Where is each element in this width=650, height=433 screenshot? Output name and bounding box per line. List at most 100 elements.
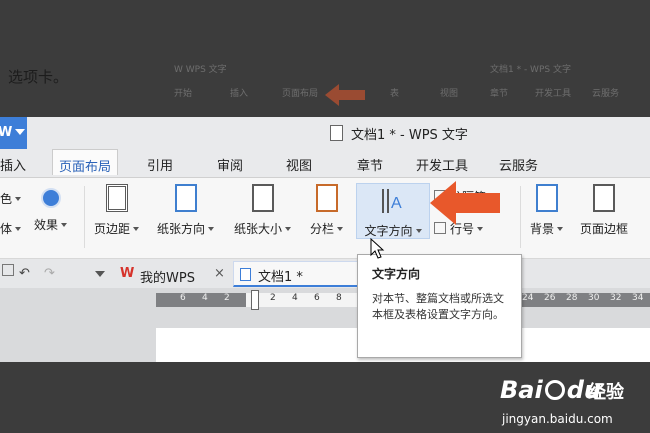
background-caption: 选项卡。 xyxy=(8,68,69,86)
faint-tab: 章节 xyxy=(490,89,509,99)
page-size-button[interactable]: 纸张大小 xyxy=(234,184,292,237)
indent-marker[interactable] xyxy=(251,290,259,310)
document-icon xyxy=(330,125,343,141)
ruler-tick: 6 xyxy=(180,293,186,303)
tab-insert[interactable]: 插入 xyxy=(0,155,26,174)
document-icon xyxy=(240,268,251,281)
tab-view[interactable]: 视图 xyxy=(286,155,312,174)
text-direction-tooltip: 文字方向 对本节、整篇文档或所选文本框及表格设置文字方向。 xyxy=(357,254,522,358)
ruler-tick: 8 xyxy=(336,293,342,303)
ruler-tick: 4 xyxy=(202,293,208,303)
background-button[interactable]: 背景 xyxy=(530,184,564,237)
page-size-label: 纸张大小 xyxy=(234,222,283,236)
jingyan-label: 经验 xyxy=(588,382,624,403)
title-bar: W 文档1 * - WPS 文字 xyxy=(0,117,650,149)
ruler-tick: 2 xyxy=(224,293,230,303)
faint-tab: 开始 xyxy=(174,89,193,99)
ruler-tick: 6 xyxy=(314,293,320,303)
faint-tab: 云服务 xyxy=(592,89,620,99)
window-title: 文档1 * - WPS 文字 xyxy=(330,124,468,143)
orientation-label: 纸张方向 xyxy=(157,222,206,236)
quick-access-toolbar: ↶ ↷ W 我的WPS × 文档1 * xyxy=(0,258,650,289)
print-preview-icon[interactable] xyxy=(2,264,14,276)
tooltip-description: 对本节、整篇文档或所选文本框及表格设置文字方向。 xyxy=(372,292,504,321)
window-title-text: 文档1 * - WPS 文字 xyxy=(351,128,468,143)
background-icon xyxy=(535,184,558,212)
svg-text:A: A xyxy=(391,195,402,212)
ruler-tick: 32 xyxy=(610,293,622,303)
effects-button[interactable]: 效果 xyxy=(34,188,68,233)
ribbon-divider xyxy=(520,186,521,248)
redo-icon[interactable]: ↷ xyxy=(44,266,55,281)
ruler-tick: 28 xyxy=(566,293,578,303)
chevron-down-icon xyxy=(133,227,140,231)
tab-chapter[interactable]: 章节 xyxy=(357,155,383,174)
chevron-down-icon xyxy=(285,227,292,231)
ruler-tick: 4 xyxy=(292,293,298,303)
close-icon[interactable]: × xyxy=(214,266,225,281)
text-direction-button[interactable]: A 文字方向 xyxy=(356,183,430,239)
chevron-down-icon xyxy=(15,129,25,135)
ruler-tick: 26 xyxy=(544,293,556,303)
ruler-tick: 2 xyxy=(270,293,276,303)
mouse-cursor-icon xyxy=(370,238,385,259)
page-border-button[interactable]: 页面边框 xyxy=(580,184,628,237)
columns-icon xyxy=(315,184,338,212)
faint-tab: 视图 xyxy=(440,89,459,99)
pointer-arrow-icon xyxy=(430,181,500,225)
faint-tab: 页面布局 xyxy=(282,89,319,99)
wps-window: W 文档1 * - WPS 文字 插入 页面布局 引用 审阅 视图 章节 开发工… xyxy=(0,117,650,362)
tab-page-layout[interactable]: 页面布局 xyxy=(52,149,119,175)
tab-references[interactable]: 引用 xyxy=(147,155,173,174)
columns-label: 分栏 xyxy=(310,222,335,236)
chevron-down-icon xyxy=(337,227,344,231)
faint-tab: 开发工具 xyxy=(535,89,572,99)
tab-my-wps[interactable]: W 我的WPS × xyxy=(118,261,230,287)
page-size-icon xyxy=(251,184,274,212)
tab-document[interactable]: 文档1 * xyxy=(233,261,358,287)
faint-doc-title: 文档1 * - WPS 文字 xyxy=(490,65,571,75)
text-direction-icon: A xyxy=(381,188,405,214)
theme-font-label: 体 xyxy=(0,222,13,236)
watermark-url: jingyan.baidu.com xyxy=(502,412,613,426)
margins-icon xyxy=(105,184,128,212)
tab-review[interactable]: 审阅 xyxy=(217,155,243,174)
app-menu-button[interactable]: W xyxy=(0,117,27,149)
faint-tab: 插入 xyxy=(230,89,249,99)
background-faint-window: W WPS 文字 文档1 * - WPS 文字 开始 插入 页面布局 表 视图 … xyxy=(170,56,650,108)
columns-button[interactable]: 分栏 xyxy=(310,184,344,237)
ribbon-page-layout: 色 体 效果 页边距 纸张方向 纸张大小 分栏 A 文字方向 行号 背景 页面边… xyxy=(0,178,650,258)
tab-cloud[interactable]: 云服务 xyxy=(499,155,538,174)
chevron-down-icon[interactable] xyxy=(95,271,105,277)
tab-developer[interactable]: 开发工具 xyxy=(416,155,468,174)
orientation-icon xyxy=(174,184,197,212)
page-border-icon xyxy=(593,184,615,212)
page-border-label: 页面边框 xyxy=(580,222,629,236)
theme-font-button[interactable]: 体 xyxy=(0,220,22,237)
margins-button[interactable]: 页边距 xyxy=(94,184,140,237)
paw-icon xyxy=(544,380,565,400)
tooltip-title: 文字方向 xyxy=(372,267,421,281)
chevron-down-icon xyxy=(15,227,22,231)
ruler-tick: 30 xyxy=(588,293,600,303)
ruler-tick: 24 xyxy=(522,293,534,303)
effects-label: 效果 xyxy=(34,218,59,232)
text-direction-label: 文字方向 xyxy=(364,224,413,238)
effects-icon xyxy=(40,188,61,208)
wps-logo-icon: W xyxy=(120,266,135,281)
orientation-button[interactable]: 纸张方向 xyxy=(157,184,215,237)
chevron-down-icon xyxy=(15,197,22,201)
faint-tab: 表 xyxy=(390,89,400,99)
theme-color-button[interactable]: 色 xyxy=(0,190,22,207)
app-logo-icon: W xyxy=(0,125,13,140)
chevron-down-icon xyxy=(557,227,564,231)
undo-icon[interactable]: ↶ xyxy=(19,266,30,281)
ribbon-divider xyxy=(84,186,85,248)
faint-arrow-icon xyxy=(325,84,365,106)
chevron-down-icon xyxy=(61,223,68,227)
background-label: 背景 xyxy=(530,222,555,236)
chevron-down-icon xyxy=(415,229,422,233)
ribbon-tabs: 插入 页面布局 引用 审阅 视图 章节 开发工具 云服务 xyxy=(0,149,650,178)
chevron-down-icon xyxy=(208,227,215,231)
faint-app-title: W WPS 文字 xyxy=(174,65,227,75)
